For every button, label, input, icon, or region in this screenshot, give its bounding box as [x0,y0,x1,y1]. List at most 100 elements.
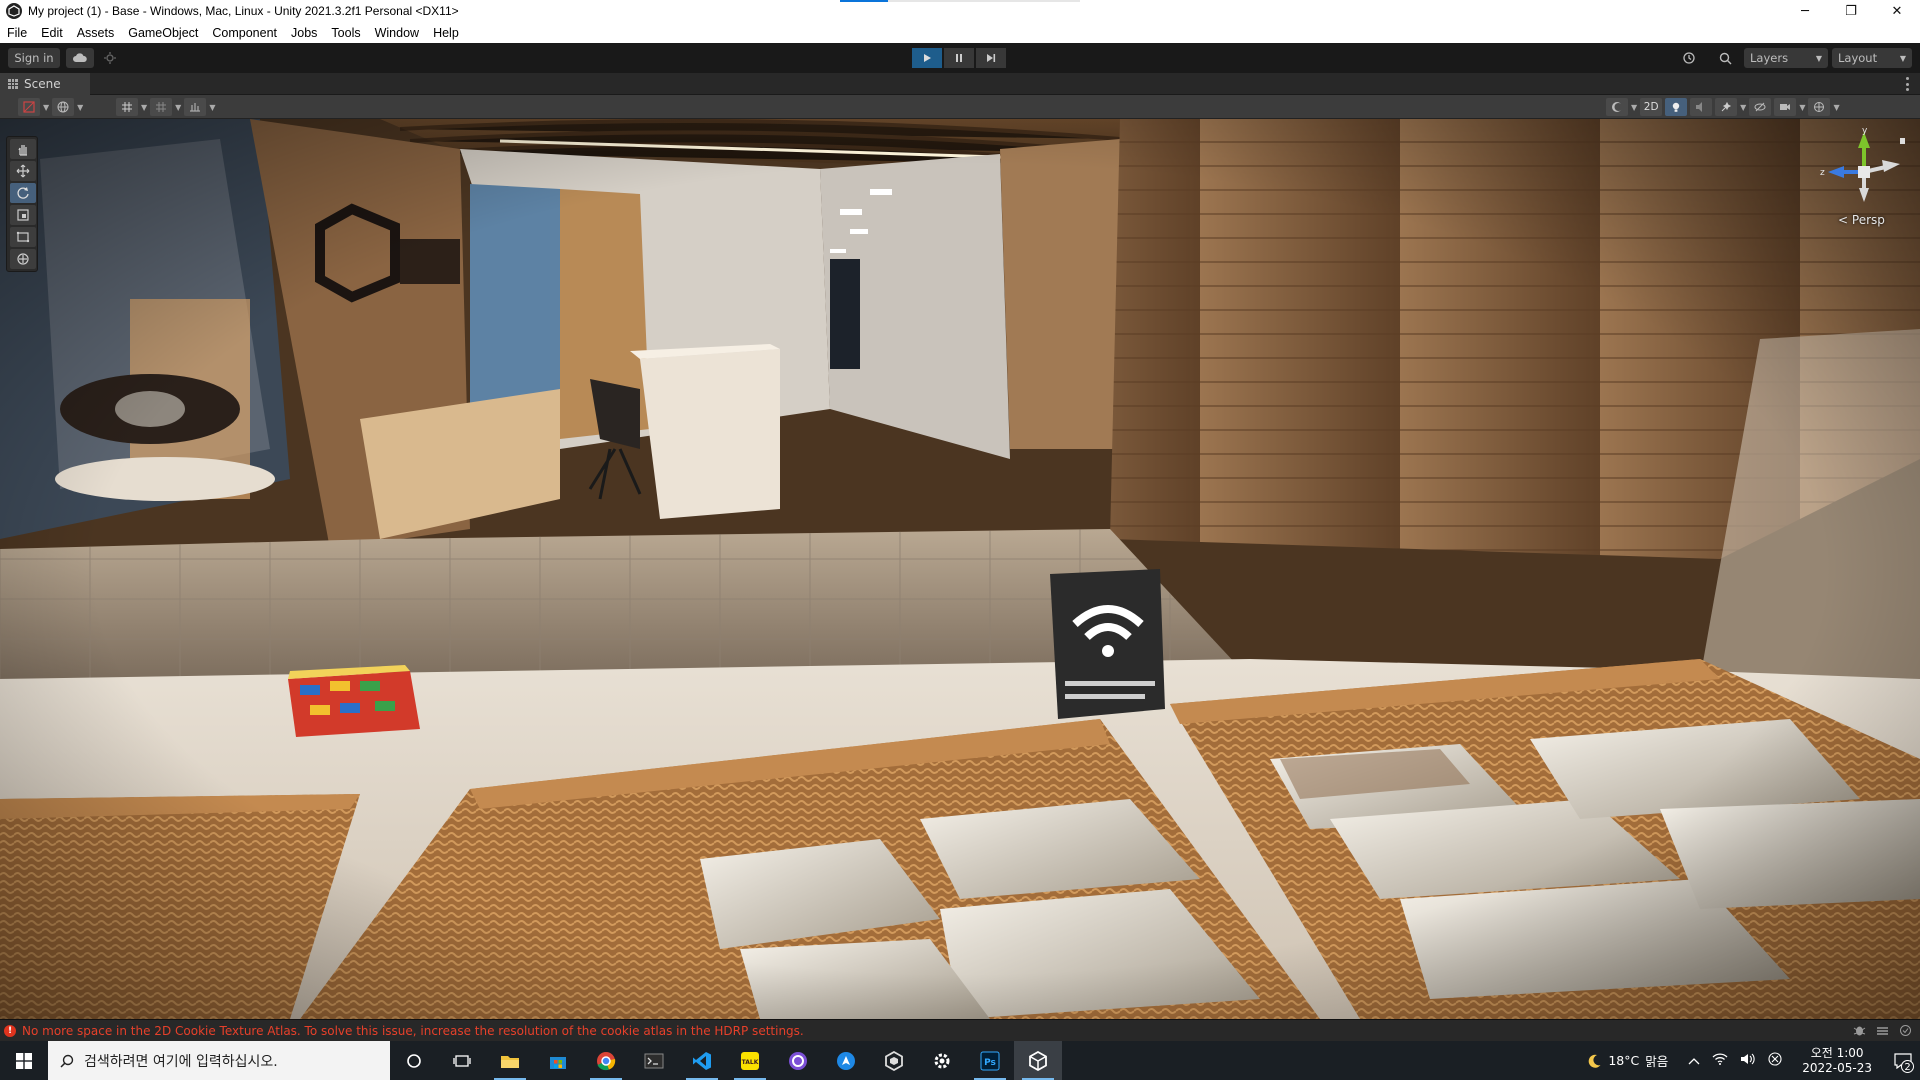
gizmos-icon[interactable] [1808,98,1831,116]
menu-edit[interactable]: Edit [34,26,70,40]
play-button[interactable] [912,48,942,68]
scene-render [0,119,1920,1019]
collab-icon[interactable] [100,48,120,68]
unity-hub-icon[interactable] [870,1041,918,1080]
draw-mode-icon[interactable] [18,98,40,116]
main-toolbar: Sign in Layers ▼ Layout ▼ [0,43,1920,73]
github-desktop-icon[interactable] [774,1041,822,1080]
unity-editor-icon[interactable] [1014,1041,1062,1080]
chevron-down-icon[interactable]: ▼ [209,103,215,112]
scene-tab-bar: Scene [0,73,1920,95]
sign-in-button[interactable]: Sign in [8,48,60,68]
console-status-bar[interactable]: ! No more space in the 2D Cookie Texture… [0,1019,1920,1041]
shading-mode-icon[interactable] [1606,98,1628,116]
undo-history-icon[interactable] [1676,48,1702,68]
menu-bar: File Edit Assets GameObject Component Jo… [0,22,1920,43]
rotate-tool-icon[interactable] [10,183,36,203]
increment-snap-icon[interactable] [184,98,207,116]
kakaotalk-icon[interactable]: TALK [726,1041,774,1080]
stack-icon[interactable] [1876,1024,1889,1037]
transform-tool-palette [6,136,38,272]
search-icon[interactable] [1712,48,1738,68]
transform-tool-icon[interactable] [10,249,36,269]
moon-icon [1589,1054,1601,1068]
step-button[interactable] [976,48,1006,68]
chevron-down-icon: ▼ [1899,53,1906,63]
scale-tool-icon[interactable] [10,205,36,225]
chevron-down-icon[interactable]: ▼ [1740,103,1746,112]
chevron-down-icon[interactable]: ▼ [141,103,147,112]
taskbar-clock[interactable]: 오전 1:00 2022-05-23 [1802,1046,1872,1076]
ime-icon[interactable] [1768,1052,1782,1069]
menu-file[interactable]: File [0,26,34,40]
chevron-up-icon[interactable] [1688,1053,1700,1068]
move-tool-icon[interactable] [10,161,36,181]
toggle-2d-button[interactable]: 2D [1640,98,1663,116]
error-icon: ! [4,1024,16,1037]
notification-center-icon[interactable]: 2 [1886,1041,1920,1080]
chevron-down-icon[interactable]: ▼ [43,103,49,112]
speaker-icon[interactable] [1740,1053,1756,1068]
menu-help[interactable]: Help [426,26,466,40]
microsoft-store-icon[interactable] [534,1041,582,1080]
lighting-icon[interactable] [1665,98,1688,116]
chevron-down-icon[interactable]: ▼ [1833,103,1839,112]
menu-window[interactable]: Window [368,26,426,40]
layout-dropdown[interactable]: Layout ▼ [1832,48,1912,68]
scene-viewport[interactable] [0,119,1920,1019]
kakaotalk-label: TALK [742,1059,759,1066]
chrome-icon[interactable] [582,1041,630,1080]
hidden-objects-icon[interactable] [1749,98,1772,116]
vscode-icon[interactable] [678,1041,726,1080]
chevron-down-icon[interactable]: ▼ [175,103,181,112]
weather-widget[interactable]: 18°C 맑음 [1586,1051,1668,1070]
rect-tool-icon[interactable] [10,227,36,247]
restore-button[interactable]: ❐ [1828,0,1874,22]
kebab-menu-icon[interactable] [1906,77,1910,91]
chevron-down-icon[interactable]: ▼ [1631,103,1637,112]
hand-tool-icon[interactable] [10,139,36,159]
check-circle-icon[interactable] [1899,1024,1912,1037]
wifi-icon[interactable] [1712,1053,1728,1068]
menu-assets[interactable]: Assets [70,26,122,40]
photoshop-label: Ps [984,1058,996,1068]
cloud-icon[interactable] [66,48,94,68]
taskbar-search-box[interactable]: 검색하려면 여기에 입력하십시오. [48,1041,390,1080]
terminal-icon[interactable] [630,1041,678,1080]
camera-icon[interactable] [1774,98,1797,116]
bug-icon[interactable] [1853,1024,1866,1037]
task-view-icon[interactable] [438,1041,486,1080]
effects-icon[interactable] [1715,98,1738,116]
globe-icon[interactable] [52,98,75,116]
status-message[interactable]: No more space in the 2D Cookie Texture A… [22,1024,804,1038]
tab-scene[interactable]: Scene [0,73,90,95]
layers-label: Layers [1750,51,1789,65]
menu-tools[interactable]: Tools [324,26,367,40]
audio-icon[interactable] [1690,98,1713,116]
chevron-down-icon[interactable]: ▼ [77,103,83,112]
taskbar-search-placeholder: 검색하려면 여기에 입력하십시오. [84,1053,278,1070]
menu-component[interactable]: Component [205,26,284,40]
notification-count: 2 [1901,1060,1914,1073]
pause-button[interactable] [944,48,974,68]
menu-jobs[interactable]: Jobs [284,26,324,40]
photoshop-icon[interactable]: Ps [966,1041,1014,1080]
menu-gameobject[interactable]: GameObject [121,26,205,40]
scene-view-toolbar: ▼ ▼ ▼ ▼ ▼ ▼ 2D ▼ ▼ ▼ [0,95,1920,119]
window-title-bar: My project (1) - Base - Windows, Mac, Li… [0,0,1920,22]
unknown-blue-app-icon[interactable] [822,1041,870,1080]
cortana-icon[interactable] [390,1041,438,1080]
windows-taskbar: 검색하려면 여기에 입력하십시오. TALK Ps 18°C 맑음 오전 1:0… [0,1041,1920,1080]
grid-visibility-icon[interactable] [150,98,173,116]
windows-start-icon[interactable] [0,1041,48,1080]
grid-snap-icon[interactable] [116,98,138,116]
lock-icon[interactable] [1900,138,1905,144]
settings-icon[interactable] [918,1041,966,1080]
layers-dropdown[interactable]: Layers ▼ [1744,48,1828,68]
minimize-button[interactable]: ─ [1782,0,1828,22]
projection-toggle[interactable]: < Persp [1838,213,1885,227]
close-button[interactable]: ✕ [1874,0,1920,22]
file-explorer-icon[interactable] [486,1041,534,1080]
chevron-down-icon[interactable]: ▼ [1799,103,1805,112]
search-icon [60,1054,74,1068]
